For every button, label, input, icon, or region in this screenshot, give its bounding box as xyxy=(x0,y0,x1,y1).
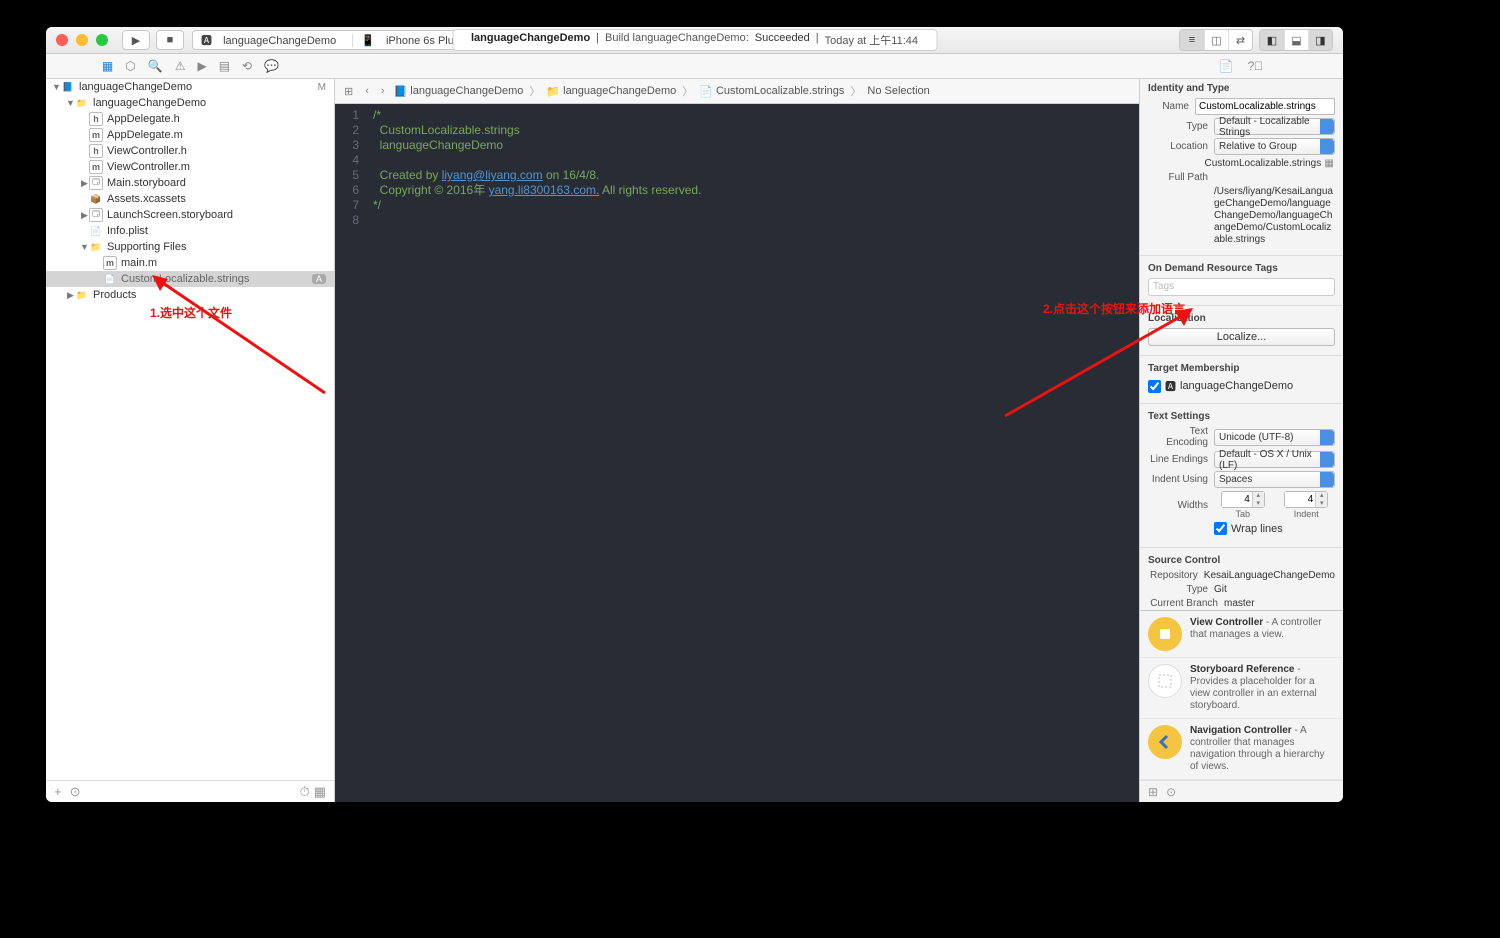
source-control-section: Source Control RepositoryKesaiLanguageCh… xyxy=(1140,551,1343,610)
scheme-selector[interactable]: 🅰 languageChangeDemo 📱 iPhone 6s Plus xyxy=(192,30,476,50)
file-inspector-icon: 📄 xyxy=(1219,59,1234,73)
library-item[interactable]: Navigation Controller - A controller tha… xyxy=(1140,719,1343,780)
identity-section: Identity and Type Name TypeDefault - Loc… xyxy=(1140,79,1343,252)
run-button[interactable]: ▶ xyxy=(122,30,150,50)
jump-bar[interactable]: ⊞ ‹ › 📘 languageChangeDemo〉 📁 languageCh… xyxy=(335,79,1139,104)
minimize-icon[interactable] xyxy=(76,34,88,46)
localization-section: Localization Localize... xyxy=(1140,309,1343,352)
location-select[interactable]: Relative to Group xyxy=(1214,138,1335,155)
nav-row[interactable]: mAppDelegate.m xyxy=(46,127,334,143)
library-item[interactable]: Storyboard Reference - Provides a placeh… xyxy=(1140,658,1343,719)
nav-row[interactable]: mmain.m xyxy=(46,255,334,271)
encoding-select[interactable]: Unicode (UTF-8) xyxy=(1214,429,1335,446)
search-icon: 🔍 xyxy=(148,59,163,73)
toolbar-tabs: ▦⬡🔍⚠▶▤⟲💬 📄 ?⃝ xyxy=(46,54,1343,79)
object-library: View Controller - A controller that mana… xyxy=(1140,610,1343,780)
nav-row[interactable]: hViewController.h xyxy=(46,143,334,159)
panel-toggle-segmented[interactable]: ◧⬓◨ xyxy=(1259,29,1333,51)
zoom-icon[interactable] xyxy=(96,34,108,46)
indent-width[interactable] xyxy=(1285,492,1315,507)
nav-row[interactable]: 📦Assets.xcassets xyxy=(46,191,334,207)
nav-row[interactable]: 📄CustomLocalizable.stringsA xyxy=(46,271,334,287)
nav-row[interactable]: ▼📘languageChangeDemoM xyxy=(46,79,334,95)
library-filter-bar[interactable]: ⊞⊙ xyxy=(1140,780,1343,802)
project-navigator: ▼📘languageChangeDemoM▼📁languageChangeDem… xyxy=(46,79,335,802)
nav-row[interactable]: mViewController.m xyxy=(46,159,334,175)
indent-using-select[interactable]: Spaces xyxy=(1214,471,1335,488)
tags-field[interactable]: Tags xyxy=(1148,278,1335,296)
odr-section: On Demand Resource Tags Tags xyxy=(1140,259,1343,302)
line-endings-select[interactable]: Default - OS X / Unix (LF) xyxy=(1214,451,1335,468)
forward-icon: › xyxy=(378,85,388,97)
xcode-window: ▶ ■ 🅰 languageChangeDemo 📱 iPhone 6s Plu… xyxy=(46,27,1343,802)
add-icon: + xyxy=(54,784,62,799)
nav-row[interactable]: 📄Info.plist xyxy=(46,223,334,239)
related-icon: ⊞ xyxy=(341,85,356,98)
library-item[interactable]: View Controller - A controller that mana… xyxy=(1140,611,1343,658)
source-editor[interactable]: 12345678 /* CustomLocalizable.strings la… xyxy=(335,104,1139,802)
nav-row[interactable]: ▼📁languageChangeDemo xyxy=(46,95,334,111)
nav-row[interactable]: ▼📁Supporting Files xyxy=(46,239,334,255)
scheme-target: languageChangeDemo xyxy=(215,35,344,47)
activity-view: languageChangeDemo| Build languageChange… xyxy=(452,29,937,51)
folder-chooser-icon[interactable]: ▦ xyxy=(1323,158,1335,169)
target-membership-section: Target Membership 🅰 languageChangeDemo xyxy=(1140,359,1343,400)
target-checkbox[interactable] xyxy=(1148,380,1161,393)
stop-button[interactable]: ■ xyxy=(156,30,184,50)
nav-row[interactable]: ▶🗔Main.storyboard xyxy=(46,175,334,191)
navigator-selector[interactable]: ▦⬡🔍⚠▶▤⟲💬 xyxy=(46,54,335,78)
wrap-checkbox[interactable] xyxy=(1214,522,1227,535)
back-icon: ‹ xyxy=(362,85,372,97)
type-select[interactable]: Default - Localizable Strings xyxy=(1214,118,1335,135)
nav-row[interactable]: ▶📁Products xyxy=(46,287,334,303)
line-gutter: 12345678 xyxy=(335,104,365,802)
localize-button[interactable]: Localize... xyxy=(1148,328,1335,346)
project-nav-icon: ▦ xyxy=(102,59,113,73)
help-inspector-icon: ?⃝ xyxy=(1248,59,1264,73)
name-field[interactable] xyxy=(1195,98,1335,115)
inspector-selector[interactable]: 📄 ?⃝ xyxy=(1139,54,1343,78)
nav-row[interactable]: hAppDelegate.h xyxy=(46,111,334,127)
editor-mode-segmented[interactable]: ≡◫⇄ xyxy=(1179,29,1253,51)
inspector-panel: Identity and Type Name TypeDefault - Loc… xyxy=(1139,79,1343,802)
close-icon[interactable] xyxy=(56,34,68,46)
titlebar: ▶ ■ 🅰 languageChangeDemo 📱 iPhone 6s Plu… xyxy=(46,27,1343,54)
nav-row[interactable]: ▶🗔LaunchScreen.storyboard xyxy=(46,207,334,223)
filter-icon: ⊙ xyxy=(70,784,81,800)
traffic-lights xyxy=(56,34,108,46)
navigator-filter-bar[interactable]: +⊙ ⏱▦ xyxy=(46,780,334,802)
tab-width[interactable] xyxy=(1222,492,1252,507)
text-settings-section: Text Settings Text EncodingUnicode (UTF-… xyxy=(1140,407,1343,544)
editor-area: ⊞ ‹ › 📘 languageChangeDemo〉 📁 languageCh… xyxy=(335,79,1139,802)
